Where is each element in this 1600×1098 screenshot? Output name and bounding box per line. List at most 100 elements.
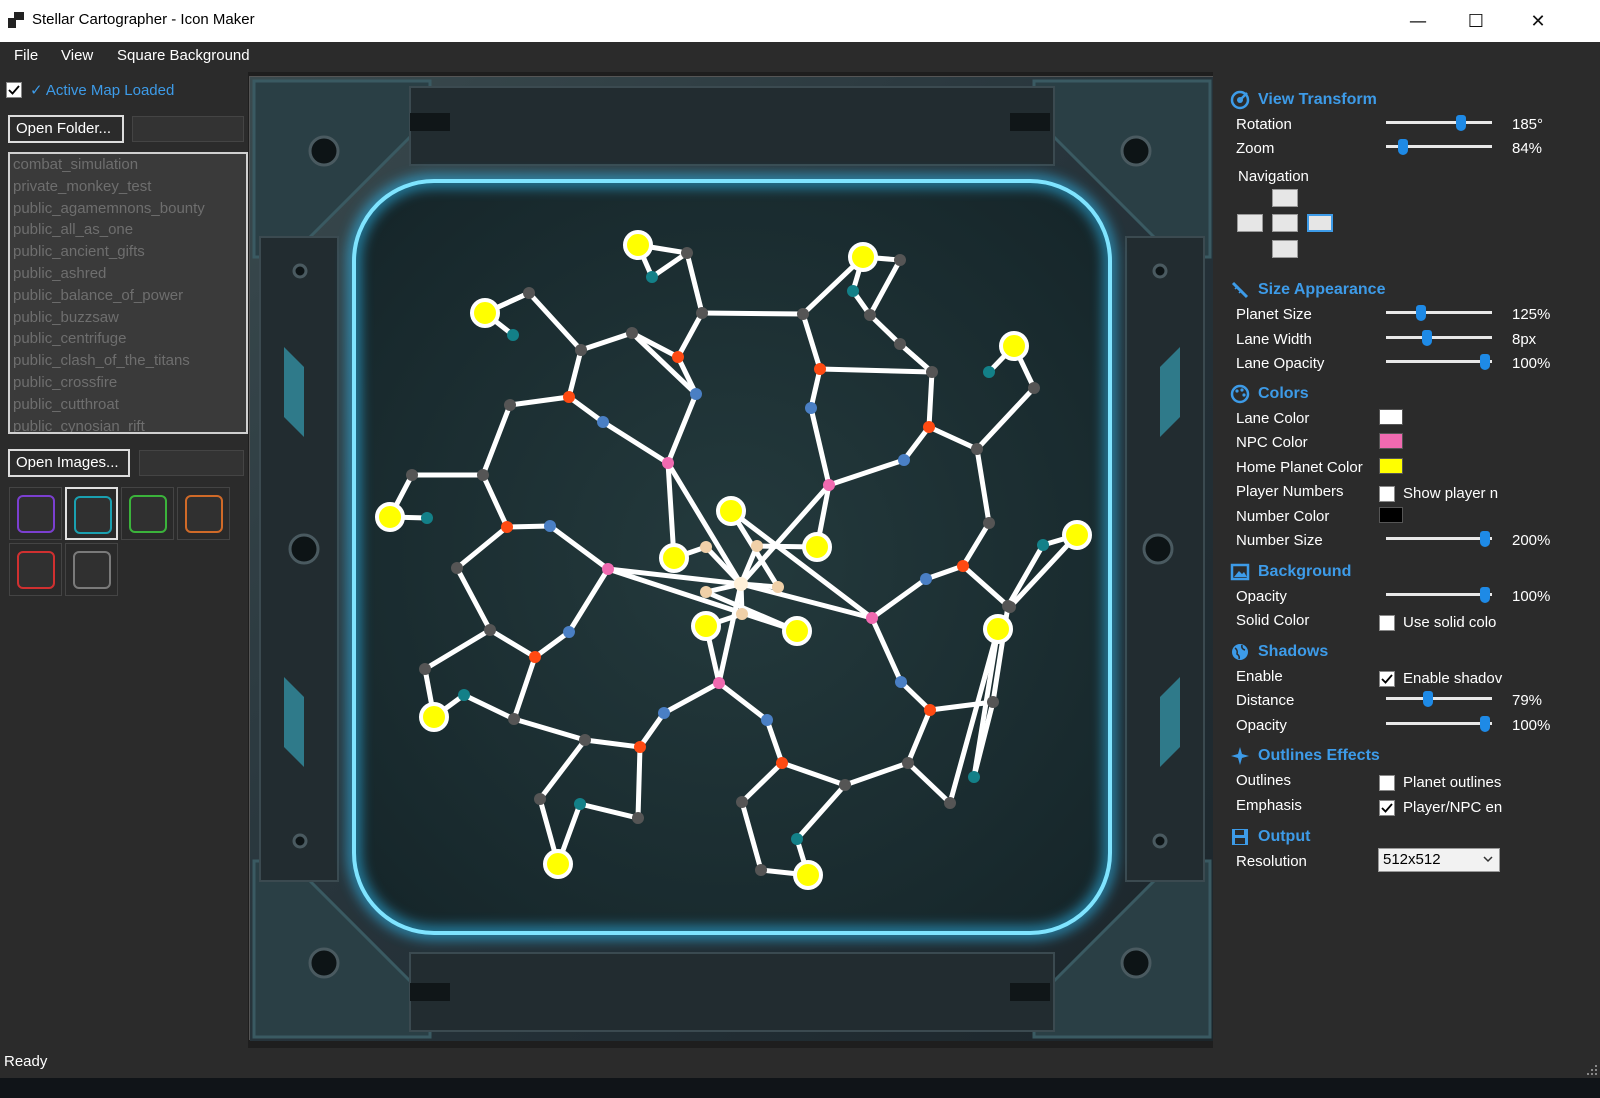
- map-list-item[interactable]: public_cutthroat: [10, 394, 246, 416]
- slider-thumb[interactable]: [1421, 330, 1432, 346]
- lane-color-swatch[interactable]: [1379, 409, 1403, 425]
- number-size-label: Number Size: [1236, 532, 1323, 549]
- npc-color-swatch[interactable]: [1379, 433, 1403, 449]
- resolution-select[interactable]: 512x512: [1378, 848, 1500, 872]
- rotation-slider[interactable]: [1386, 115, 1492, 131]
- map-list-item[interactable]: public_all_as_one: [10, 219, 246, 241]
- planet: [736, 796, 748, 808]
- home-planet: [470, 298, 500, 328]
- nav-right-button[interactable]: [1307, 214, 1333, 232]
- images-path-input[interactable]: [139, 450, 244, 476]
- number-color-swatch[interactable]: [1379, 507, 1403, 523]
- frame-swatch-orange[interactable]: [177, 487, 230, 540]
- frame-bottom-plate: [409, 952, 1055, 1032]
- lane-width-value: 8px: [1512, 331, 1537, 348]
- slider-thumb[interactable]: [1480, 587, 1491, 603]
- lane-width-slider[interactable]: [1386, 330, 1492, 346]
- slider-thumb[interactable]: [1480, 531, 1491, 547]
- frame-swatch-preview: [129, 495, 167, 533]
- planet: [634, 741, 646, 753]
- outlines-title: Outlines Effects: [1258, 747, 1380, 764]
- solid-color-checkbox[interactable]: [1379, 615, 1395, 631]
- menu-file[interactable]: File: [14, 47, 38, 64]
- output-header: Output: [1230, 826, 1310, 848]
- map-list-item[interactable]: public_balance_of_power: [10, 285, 246, 307]
- planet: [736, 608, 748, 620]
- planet-size-value: 125%: [1512, 306, 1551, 323]
- map-list-item[interactable]: public_ancient_gifts: [10, 241, 246, 263]
- slider-thumb[interactable]: [1456, 115, 1467, 131]
- planet: [534, 793, 546, 805]
- slider-thumb[interactable]: [1480, 716, 1491, 732]
- planet: [1037, 539, 1049, 551]
- bg-opacity-label: Opacity: [1236, 588, 1287, 605]
- map-list-item[interactable]: public_agamemnons_bounty: [10, 198, 246, 220]
- planet-size-slider[interactable]: [1386, 305, 1492, 321]
- planet: [406, 469, 418, 481]
- frame-swatch-green[interactable]: [121, 487, 174, 540]
- frame-swatch-teal[interactable]: [65, 487, 118, 540]
- title-bar: Stellar Cartographer - Icon Maker — ☐ ✕: [0, 0, 1600, 42]
- planet: [700, 541, 712, 553]
- preview-canvas[interactable]: [249, 76, 1214, 1041]
- npc-planet: [866, 612, 878, 624]
- home-planet-color-swatch[interactable]: [1379, 458, 1403, 474]
- resize-grip-icon[interactable]: [1586, 1064, 1598, 1076]
- planet: [895, 676, 907, 688]
- zoom-value: 84%: [1512, 140, 1543, 157]
- zoom-slider[interactable]: [1386, 139, 1492, 155]
- slider-thumb[interactable]: [1480, 354, 1491, 370]
- menu-view[interactable]: View: [61, 47, 93, 64]
- map-list-item[interactable]: public_buzzsaw: [10, 307, 246, 329]
- menu-square-background[interactable]: Square Background: [117, 47, 250, 64]
- frame-top-plate: [409, 86, 1055, 166]
- player-numbers-checkbox[interactable]: [1379, 486, 1395, 502]
- map-list-item[interactable]: combat_simulation: [10, 154, 246, 176]
- bg-opacity-slider[interactable]: [1386, 587, 1492, 603]
- planet: [957, 560, 969, 572]
- nav-center-button[interactable]: [1272, 214, 1298, 232]
- frame-swatch-purple[interactable]: [9, 487, 62, 540]
- maximize-button[interactable]: ☐: [1446, 0, 1506, 42]
- frame-swatch-red[interactable]: [9, 543, 62, 596]
- bg-opacity-value: 100%: [1512, 588, 1551, 605]
- map-list-item[interactable]: public_ashred: [10, 263, 246, 285]
- planet: [894, 338, 906, 350]
- emphasis-checkbox[interactable]: [1379, 800, 1395, 816]
- map-list-item[interactable]: public_clash_of_the_titans: [10, 350, 246, 372]
- map-list-item[interactable]: public_cynosian_rift: [10, 416, 246, 432]
- slider-thumb[interactable]: [1423, 691, 1434, 707]
- nav-left-button[interactable]: [1237, 214, 1263, 232]
- frame-swatch-gray[interactable]: [65, 543, 118, 596]
- minimize-button[interactable]: —: [1388, 0, 1448, 42]
- slider-thumb[interactable]: [1398, 139, 1409, 155]
- player-numbers-check-label: Show player n: [1403, 485, 1499, 502]
- nav-down-button[interactable]: [1272, 240, 1298, 258]
- planet-outlines-checkbox[interactable]: [1379, 775, 1395, 791]
- map-list-item[interactable]: public_crossfire: [10, 372, 246, 394]
- size-appearance-header: Size Appearance: [1230, 279, 1385, 301]
- planet: [1028, 382, 1040, 394]
- save-icon: [1232, 829, 1248, 845]
- open-folder-button[interactable]: Open Folder...: [8, 115, 124, 143]
- nav-up-button[interactable]: [1272, 189, 1298, 207]
- map-list[interactable]: combat_simulation private_monkey_test publ…: [8, 152, 248, 434]
- shadow-distance-slider[interactable]: [1386, 691, 1492, 707]
- map-list-item[interactable]: public_centrifuge: [10, 328, 246, 350]
- slider-thumb[interactable]: [1415, 305, 1426, 321]
- shadow-opacity-slider[interactable]: [1386, 716, 1492, 732]
- open-images-button[interactable]: Open Images...: [8, 449, 130, 477]
- planet: [681, 247, 693, 259]
- output-title: Output: [1258, 828, 1311, 845]
- lane-opacity-slider[interactable]: [1386, 354, 1492, 370]
- number-color-label: Number Color: [1236, 508, 1330, 525]
- close-button[interactable]: ✕: [1508, 0, 1568, 42]
- map-list-item[interactable]: private_monkey_test: [10, 176, 246, 198]
- planet: [458, 689, 470, 701]
- active-map-checkbox[interactable]: [6, 82, 22, 98]
- shadow-enable-checkbox[interactable]: [1379, 671, 1395, 687]
- planet: [944, 797, 956, 809]
- planet-outlines-check-label: Planet outlines: [1403, 774, 1502, 791]
- number-size-slider[interactable]: [1386, 531, 1492, 547]
- folder-path-input[interactable]: [132, 116, 244, 142]
